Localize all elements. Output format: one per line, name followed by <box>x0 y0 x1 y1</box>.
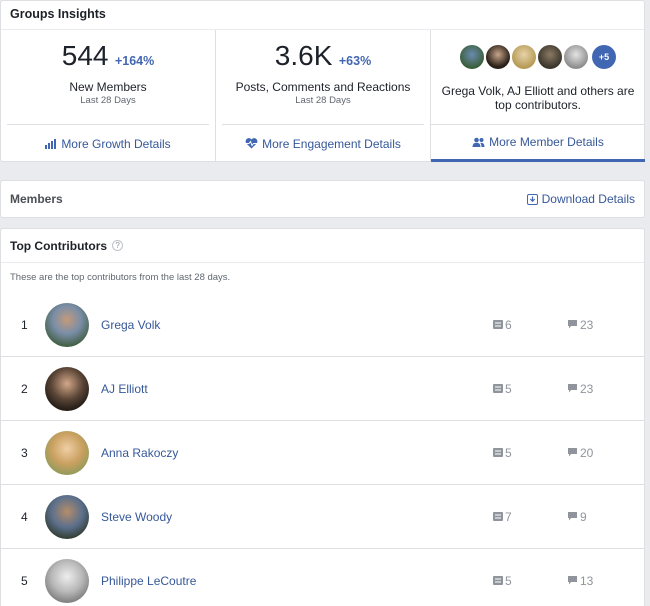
more-member-details-link[interactable]: More Member Details <box>431 124 645 162</box>
new-members-period: Last 28 Days <box>80 95 136 106</box>
contributor-rank: 1 <box>21 317 28 332</box>
avatar[interactable] <box>45 302 89 347</box>
avatar[interactable] <box>45 559 89 603</box>
comment-icon <box>567 446 580 460</box>
posts-count: 5 <box>493 382 512 396</box>
contributor-rank: 2 <box>21 381 28 396</box>
new-members-label: New Members <box>69 80 147 94</box>
posts-value: 6 <box>505 317 512 332</box>
new-members-change: +164% <box>114 54 155 68</box>
comments-value: 23 <box>580 317 594 332</box>
posts-count: 6 <box>493 318 512 332</box>
posts-value: 7 <box>505 509 512 524</box>
top-contributors-title: Top Contributors <box>10 238 108 253</box>
avatar[interactable] <box>564 45 588 69</box>
posts-count: 7 <box>493 510 512 524</box>
comments-value: 9 <box>580 509 587 524</box>
top-contributors-summary: Grega Volk, AJ Elliott and others are to… <box>441 84 635 112</box>
more-engagement-details-label: More Engagement Details <box>262 136 401 151</box>
post-icon <box>493 510 505 524</box>
avatar[interactable] <box>538 45 562 69</box>
engagement-label: Posts, Comments and Reactions <box>235 80 411 94</box>
comment-icon <box>567 318 580 332</box>
avatar[interactable] <box>45 494 89 539</box>
posts-value: 5 <box>505 574 512 588</box>
posts-count: 5 <box>493 574 512 588</box>
post-icon <box>493 318 505 332</box>
contributor-name[interactable]: Grega Volk <box>101 318 160 332</box>
more-growth-details-link[interactable]: More Growth Details <box>7 124 209 162</box>
post-icon <box>493 446 505 460</box>
contributor-name[interactable]: Steve Woody <box>101 510 172 524</box>
posts-count: 5 <box>493 446 512 460</box>
contributor-name[interactable]: Philippe LeCoutre <box>101 574 196 588</box>
avatar[interactable] <box>486 45 510 69</box>
more-contributors-badge[interactable]: +5 <box>592 45 616 69</box>
avatar[interactable] <box>45 366 89 411</box>
engagement-count: 3.6K <box>274 40 333 71</box>
contributor-rank: 4 <box>21 509 28 524</box>
comments-count: 23 <box>567 382 593 396</box>
contributor-row: 3 Anna Rakoczy 5 20 <box>1 421 644 485</box>
contributor-row: 4 Steve Woody 7 9 <box>1 485 644 549</box>
contributor-row: 5 Philippe LeCoutre 5 13 <box>1 549 644 606</box>
comments-value: 23 <box>580 381 594 396</box>
comment-icon <box>567 382 580 396</box>
more-growth-details-label: More Growth Details <box>61 136 171 151</box>
contributor-rank: 3 <box>21 445 28 460</box>
download-details-button[interactable]: Download Details <box>526 192 635 206</box>
comment-icon <box>567 574 580 588</box>
members-card: Members Download Details <box>0 180 645 218</box>
download-details-label: Download Details <box>541 192 635 206</box>
contributor-name[interactable]: Anna Rakoczy <box>101 446 178 460</box>
engagement-period: Last 28 Days <box>295 95 351 106</box>
engagement-panel: 3.6K +63% Posts, Comments and Reactions … <box>216 30 431 162</box>
help-icon[interactable]: ? <box>112 240 124 251</box>
new-members-count: 544 <box>61 40 109 71</box>
post-icon <box>493 382 505 396</box>
contributor-rank: 5 <box>21 574 28 588</box>
posts-value: 5 <box>505 445 512 460</box>
comments-count: 23 <box>567 318 593 332</box>
contributor-row: 1 Grega Volk 6 23 <box>1 293 644 357</box>
contributor-row: 2 AJ Elliott 5 23 <box>1 357 644 421</box>
people-icon <box>472 137 485 147</box>
comments-value: 13 <box>580 574 594 588</box>
members-title: Members <box>10 192 63 206</box>
top-contributors-card: Top Contributors ? These are the top con… <box>0 228 645 606</box>
new-members-panel: 544 +164% New Members Last 28 Days More … <box>1 30 216 162</box>
comments-value: 20 <box>580 445 594 460</box>
avatar[interactable] <box>512 45 536 69</box>
post-icon <box>493 574 505 588</box>
download-icon <box>526 193 538 205</box>
more-engagement-details-link[interactable]: More Engagement Details <box>222 124 424 162</box>
insights-card: Groups Insights 544 +164% New Members La… <box>0 0 645 162</box>
avatar[interactable] <box>45 430 89 475</box>
comments-count: 9 <box>567 510 587 524</box>
avatar[interactable] <box>460 45 484 69</box>
posts-value: 5 <box>505 381 512 396</box>
more-member-details-label: More Member Details <box>489 135 604 149</box>
comments-count: 13 <box>567 574 593 588</box>
top-contributors-description: These are the top contributors from the … <box>10 272 231 283</box>
contributors-panel: +5 Grega Volk, AJ Elliott and others are… <box>431 30 645 162</box>
top-contributors-header: Top Contributors ? <box>1 229 644 263</box>
bar-chart-icon <box>45 138 57 149</box>
contributor-name[interactable]: AJ Elliott <box>101 382 148 396</box>
heart-pulse-icon <box>245 138 258 149</box>
contributor-avatars: +5 <box>431 45 645 69</box>
comment-icon <box>567 510 580 524</box>
comments-count: 20 <box>567 446 593 460</box>
engagement-change: +63% <box>338 54 372 68</box>
insights-title: Groups Insights <box>1 1 644 30</box>
